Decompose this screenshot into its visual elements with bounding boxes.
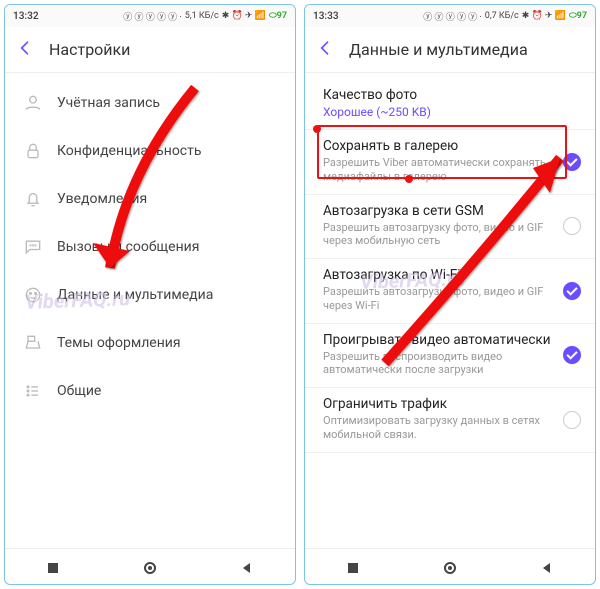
lock-icon xyxy=(23,141,43,161)
nav-home-icon[interactable] xyxy=(143,560,157,574)
menu-general[interactable]: Общие xyxy=(5,367,295,415)
android-navbar xyxy=(305,548,595,584)
status-time: 13:32 xyxy=(13,11,39,22)
menu-label: Уведомления xyxy=(57,191,147,207)
toggle[interactable] xyxy=(563,346,581,364)
bell-icon xyxy=(23,189,43,209)
phone-right: 13:33 ⓨ ⓨ ⓨ ⓨ ⓨ · 0,7 КБ/с ✱ ⏰ ✈ 📶 ⬭97 Д… xyxy=(304,4,596,585)
menu-calls[interactable]: Вызовы и сообщения xyxy=(5,223,295,271)
toggle[interactable] xyxy=(563,411,581,429)
row-sub: Оптимизировать загрузку данных в сетях м… xyxy=(323,414,577,442)
menu-label: Общие xyxy=(57,383,101,399)
menu-notifications[interactable]: Уведомления xyxy=(5,175,295,223)
app-bar: Настройки xyxy=(5,27,295,73)
watermark: ViberFAQ.ru xyxy=(360,266,466,294)
menu-themes[interactable]: Темы оформления xyxy=(5,319,295,367)
list-icon xyxy=(23,381,43,401)
row-title: Ограничить трафик xyxy=(323,396,577,412)
page-title: Настройки xyxy=(49,40,130,59)
row-sub: Разрешить воспроизводить видео автоматич… xyxy=(323,350,577,378)
status-right: ⓨ ⓨ ⓨ ⓨ ⓨ · 0,7 КБ/с ✱ ⏰ ✈ 📶 ⬭97 xyxy=(423,10,587,23)
back-icon[interactable] xyxy=(315,38,335,62)
toggle[interactable] xyxy=(563,282,581,300)
status-bar: 13:33 ⓨ ⓨ ⓨ ⓨ ⓨ · 0,7 КБ/с ✱ ⏰ ✈ 📶 ⬭97 xyxy=(305,5,595,27)
status-bar: 13:32 ⓨ ⓨ ⓨ ⓨ ⓨ · 5,1 КБ/с ✱ ⏰ ✈ 📶 ⬭97 xyxy=(5,5,295,27)
row-value: Хорошее (~250 KB) xyxy=(323,105,577,119)
menu-label: Конфиденциальность xyxy=(57,143,201,159)
annotation-dot xyxy=(313,125,321,133)
annotation-box xyxy=(317,125,567,179)
menu-label: Вызовы и сообщения xyxy=(57,239,199,255)
annotation-dot xyxy=(405,175,413,183)
nav-back-icon[interactable] xyxy=(540,560,554,574)
row-photo-quality[interactable]: Качество фото Хорошее (~250 KB) xyxy=(305,79,595,130)
row-sub: Разрешить автозагрузку фото, видео и GIF… xyxy=(323,221,577,249)
chat-icon xyxy=(23,237,43,257)
settings-detail: Качество фото Хорошее (~250 KB) Сохранят… xyxy=(305,73,595,548)
row-title: Качество фото xyxy=(323,87,577,103)
row-gsm[interactable]: Автозагрузка в сети GSM Разрешить автоза… xyxy=(305,195,595,260)
menu-privacy[interactable]: Конфиденциальность xyxy=(5,127,295,175)
menu-label: Учётная запись xyxy=(57,95,160,111)
user-icon xyxy=(23,93,43,113)
android-navbar xyxy=(5,548,295,584)
status-right: ⓨ ⓨ ⓨ ⓨ ⓨ · 5,1 КБ/с ✱ ⏰ ✈ 📶 ⬭97 xyxy=(123,10,287,23)
menu-account[interactable]: Учётная запись xyxy=(5,79,295,127)
nav-back-icon[interactable] xyxy=(240,560,254,574)
row-autoplay[interactable]: Проигрывать видео автоматически Разрешит… xyxy=(305,324,595,389)
phone-left: 13:32 ⓨ ⓨ ⓨ ⓨ ⓨ · 5,1 КБ/с ✱ ⏰ ✈ 📶 ⬭97 Н… xyxy=(4,4,296,585)
row-limit-traffic[interactable]: Ограничить трафик Оптимизировать загрузк… xyxy=(305,388,595,453)
nav-home-icon[interactable] xyxy=(443,560,457,574)
back-icon[interactable] xyxy=(15,38,35,62)
theme-icon xyxy=(23,333,43,353)
menu-label: Темы оформления xyxy=(57,335,181,351)
app-bar: Данные и мультимедиа xyxy=(305,27,595,73)
status-time: 13:33 xyxy=(313,11,339,22)
row-title: Автозагрузка в сети GSM xyxy=(323,203,577,219)
settings-list: Учётная запись Конфиденциальность Уведом… xyxy=(5,73,295,548)
nav-recent-icon[interactable] xyxy=(346,560,360,574)
watermark: ViberFAQ.ru xyxy=(25,286,131,314)
row-title: Проигрывать видео автоматически xyxy=(323,332,577,348)
toggle[interactable] xyxy=(563,217,581,235)
nav-recent-icon[interactable] xyxy=(46,560,60,574)
page-title: Данные и мультимедиа xyxy=(349,40,528,59)
